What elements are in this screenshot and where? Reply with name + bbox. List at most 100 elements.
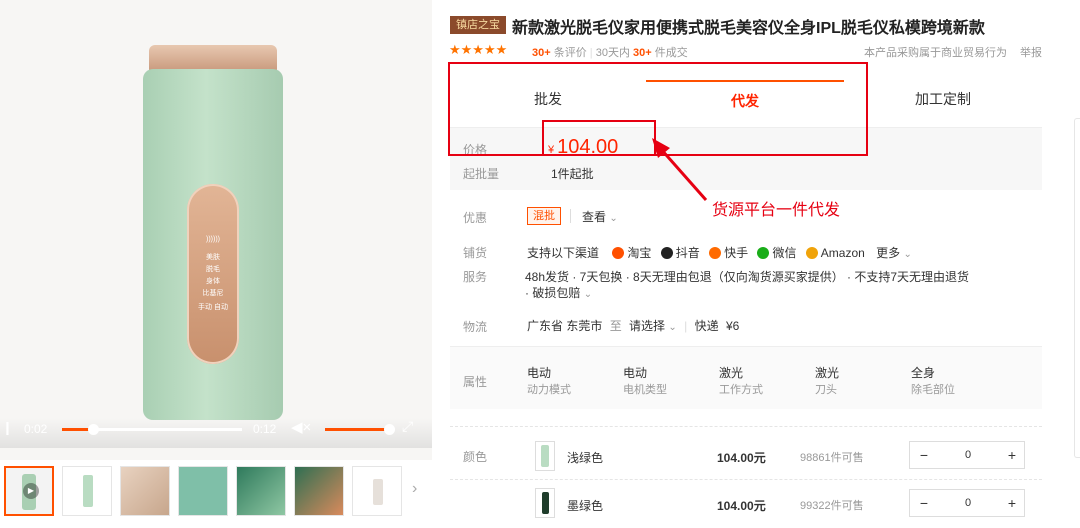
side-panel-edge <box>1074 118 1080 458</box>
annotation-box-price <box>542 120 656 156</box>
review-count: 30+ <box>532 47 551 59</box>
video-progress-handle[interactable] <box>88 424 99 435</box>
panel-text: 美肤 <box>206 254 220 261</box>
sku-price: 104.00元 <box>717 499 766 513</box>
service-label: 服务 <box>463 270 488 284</box>
attributes-label: 属性 <box>463 375 488 389</box>
sku-price: 104.00元 <box>717 451 766 465</box>
thumbnail-image[interactable] <box>352 466 402 516</box>
quantity-value[interactable]: 0 <box>954 490 982 516</box>
wechat-icon <box>757 247 770 259</box>
quantity-stepper: − 0 + <box>909 441 1025 469</box>
current-time: 0:02 <box>24 422 48 436</box>
logistics-info: 广东省 东莞市 至 请选择 ⌄ | 快递 ¥6 <box>527 319 740 333</box>
video-control-bar <box>0 418 432 448</box>
chevron-down-icon: ⌄ <box>609 213 618 224</box>
distribution-intro: 支持以下渠道 <box>527 246 600 260</box>
attr-key: 动力模式 <box>527 384 571 396</box>
play-icon: ▶ <box>23 483 39 499</box>
distribution-channels: 支持以下渠道 淘宝 抖音 快手 微信 Amazon 更多 ⌄ <box>527 244 912 261</box>
review-label[interactable]: 条评价 <box>554 47 587 59</box>
rating-stars: ★★★★★ <box>449 42 508 57</box>
panel-text: )))))) <box>206 236 220 243</box>
sku-thumbnail[interactable] <box>535 488 555 518</box>
mix-batch-tag: 混批 <box>527 207 561 225</box>
sku-stock: 99322件可售 <box>800 500 864 512</box>
thumbnail-strip: ▶ › <box>4 466 432 520</box>
thumbnail-image[interactable] <box>294 466 344 516</box>
decrement-button[interactable]: − <box>910 442 938 468</box>
min-order-value: 1件起批 <box>551 167 594 181</box>
thumbnail-image[interactable] <box>120 466 170 516</box>
panel-text: 手动 自动 <box>198 304 228 311</box>
attr-key: 刀头 <box>815 384 837 396</box>
ship-to-select[interactable]: 请选择 ⌄ <box>629 319 677 333</box>
sku-stock: 98861件可售 <box>800 452 864 464</box>
chevron-down-icon: ⌄ <box>903 249 912 260</box>
ship-from: 广东省 东莞市 <box>527 319 603 333</box>
promo-label: 优惠 <box>463 211 488 225</box>
attr-value: 激光 <box>815 366 840 380</box>
total-time: 0:12 <box>253 422 277 436</box>
promo-view-link[interactable]: 查看 ⌄ <box>582 208 618 225</box>
douyin-icon <box>660 247 673 259</box>
distribution-label: 铺货 <box>463 246 488 260</box>
service-line-1: 48h发货 · 7天包换 · 8天无理由包退（仅向淘货源买家提供） · 不支持7… <box>525 270 970 284</box>
amazon-icon <box>805 247 818 259</box>
panel-text: 脱毛 <box>206 266 220 273</box>
tab-custom[interactable]: 加工定制 <box>844 80 1042 118</box>
shipping-fee: ¥6 <box>725 319 740 333</box>
increment-button[interactable]: + <box>998 442 1026 468</box>
report-link[interactable]: 举报 <box>1020 44 1042 60</box>
channel-kuaishou[interactable]: 快手 <box>709 246 748 260</box>
panel-text: 比基尼 <box>202 290 224 297</box>
sales-label: 件成交 <box>654 47 688 59</box>
kuaishou-icon <box>709 247 722 259</box>
chevron-down-icon: ⌄ <box>583 289 593 300</box>
product-stats: 30+ 条评价 | 30天内 30+ 件成交 <box>532 47 688 59</box>
thumbnail-image[interactable] <box>62 466 112 516</box>
thumbnail-video[interactable]: ▶ <box>4 466 54 516</box>
trade-notice: 本产品采购属于商业贸易行为 <box>864 47 1007 59</box>
taobao-icon <box>612 247 625 259</box>
panel-text: 身体 <box>206 278 220 285</box>
color-label: 颜色 <box>463 450 488 464</box>
chevron-right-icon[interactable]: › <box>412 480 417 498</box>
increment-button[interactable]: + <box>998 490 1026 516</box>
attr-value: 激光 <box>719 366 744 380</box>
product-video-player[interactable]: )))))) 美肤 脱毛 身体 比基尼 手动 自动 <box>0 0 432 460</box>
logistics-label: 物流 <box>463 320 488 334</box>
device-control-panel: )))))) 美肤 脱毛 身体 比基尼 手动 自动 <box>187 184 239 364</box>
fullscreen-icon[interactable]: ⤢ <box>402 418 413 435</box>
volume-handle[interactable] <box>384 424 395 435</box>
volume-slider[interactable] <box>325 428 389 431</box>
thumbnail-image[interactable] <box>236 466 286 516</box>
mute-icon[interactable]: ◀× <box>291 418 311 436</box>
channel-amazon[interactable]: Amazon <box>805 246 865 260</box>
quantity-stepper: − 0 + <box>909 489 1025 517</box>
pause-icon[interactable]: ❙ <box>2 420 13 436</box>
thumbnail-image[interactable] <box>178 466 228 516</box>
product-image: )))))) 美肤 脱毛 身体 比基尼 手动 自动 <box>143 45 283 420</box>
attr-key: 工作方式 <box>719 384 763 396</box>
device-body: )))))) 美肤 脱毛 身体 比基尼 手动 自动 <box>143 69 283 420</box>
chevron-down-icon: ⌄ <box>668 322 677 333</box>
attr-value: 全身 <box>911 366 936 380</box>
decrement-button[interactable]: − <box>910 490 938 516</box>
quantity-value[interactable]: 0 <box>954 442 982 468</box>
to-label: 至 <box>609 319 622 333</box>
divider <box>450 479 1042 480</box>
annotation-text: 货源平台一件代发 <box>712 202 841 219</box>
more-channels[interactable]: 更多 ⌄ <box>876 246 912 260</box>
channel-taobao[interactable]: 淘宝 <box>612 246 651 260</box>
attr-value: 电动 <box>527 366 552 380</box>
annotation-arrow <box>652 138 708 201</box>
shipping-method: 快递 <box>694 319 719 333</box>
channel-douyin[interactable]: 抖音 <box>660 246 700 260</box>
sales-count: 30+ <box>633 47 652 59</box>
sku-name: 浅绿色 <box>567 451 604 465</box>
channel-wechat[interactable]: 微信 <box>757 246 796 260</box>
attr-key: 除毛部位 <box>911 384 955 396</box>
sku-thumbnail[interactable] <box>535 441 555 471</box>
service-line-2[interactable]: · 破损包赔 ⌄ <box>525 284 592 301</box>
